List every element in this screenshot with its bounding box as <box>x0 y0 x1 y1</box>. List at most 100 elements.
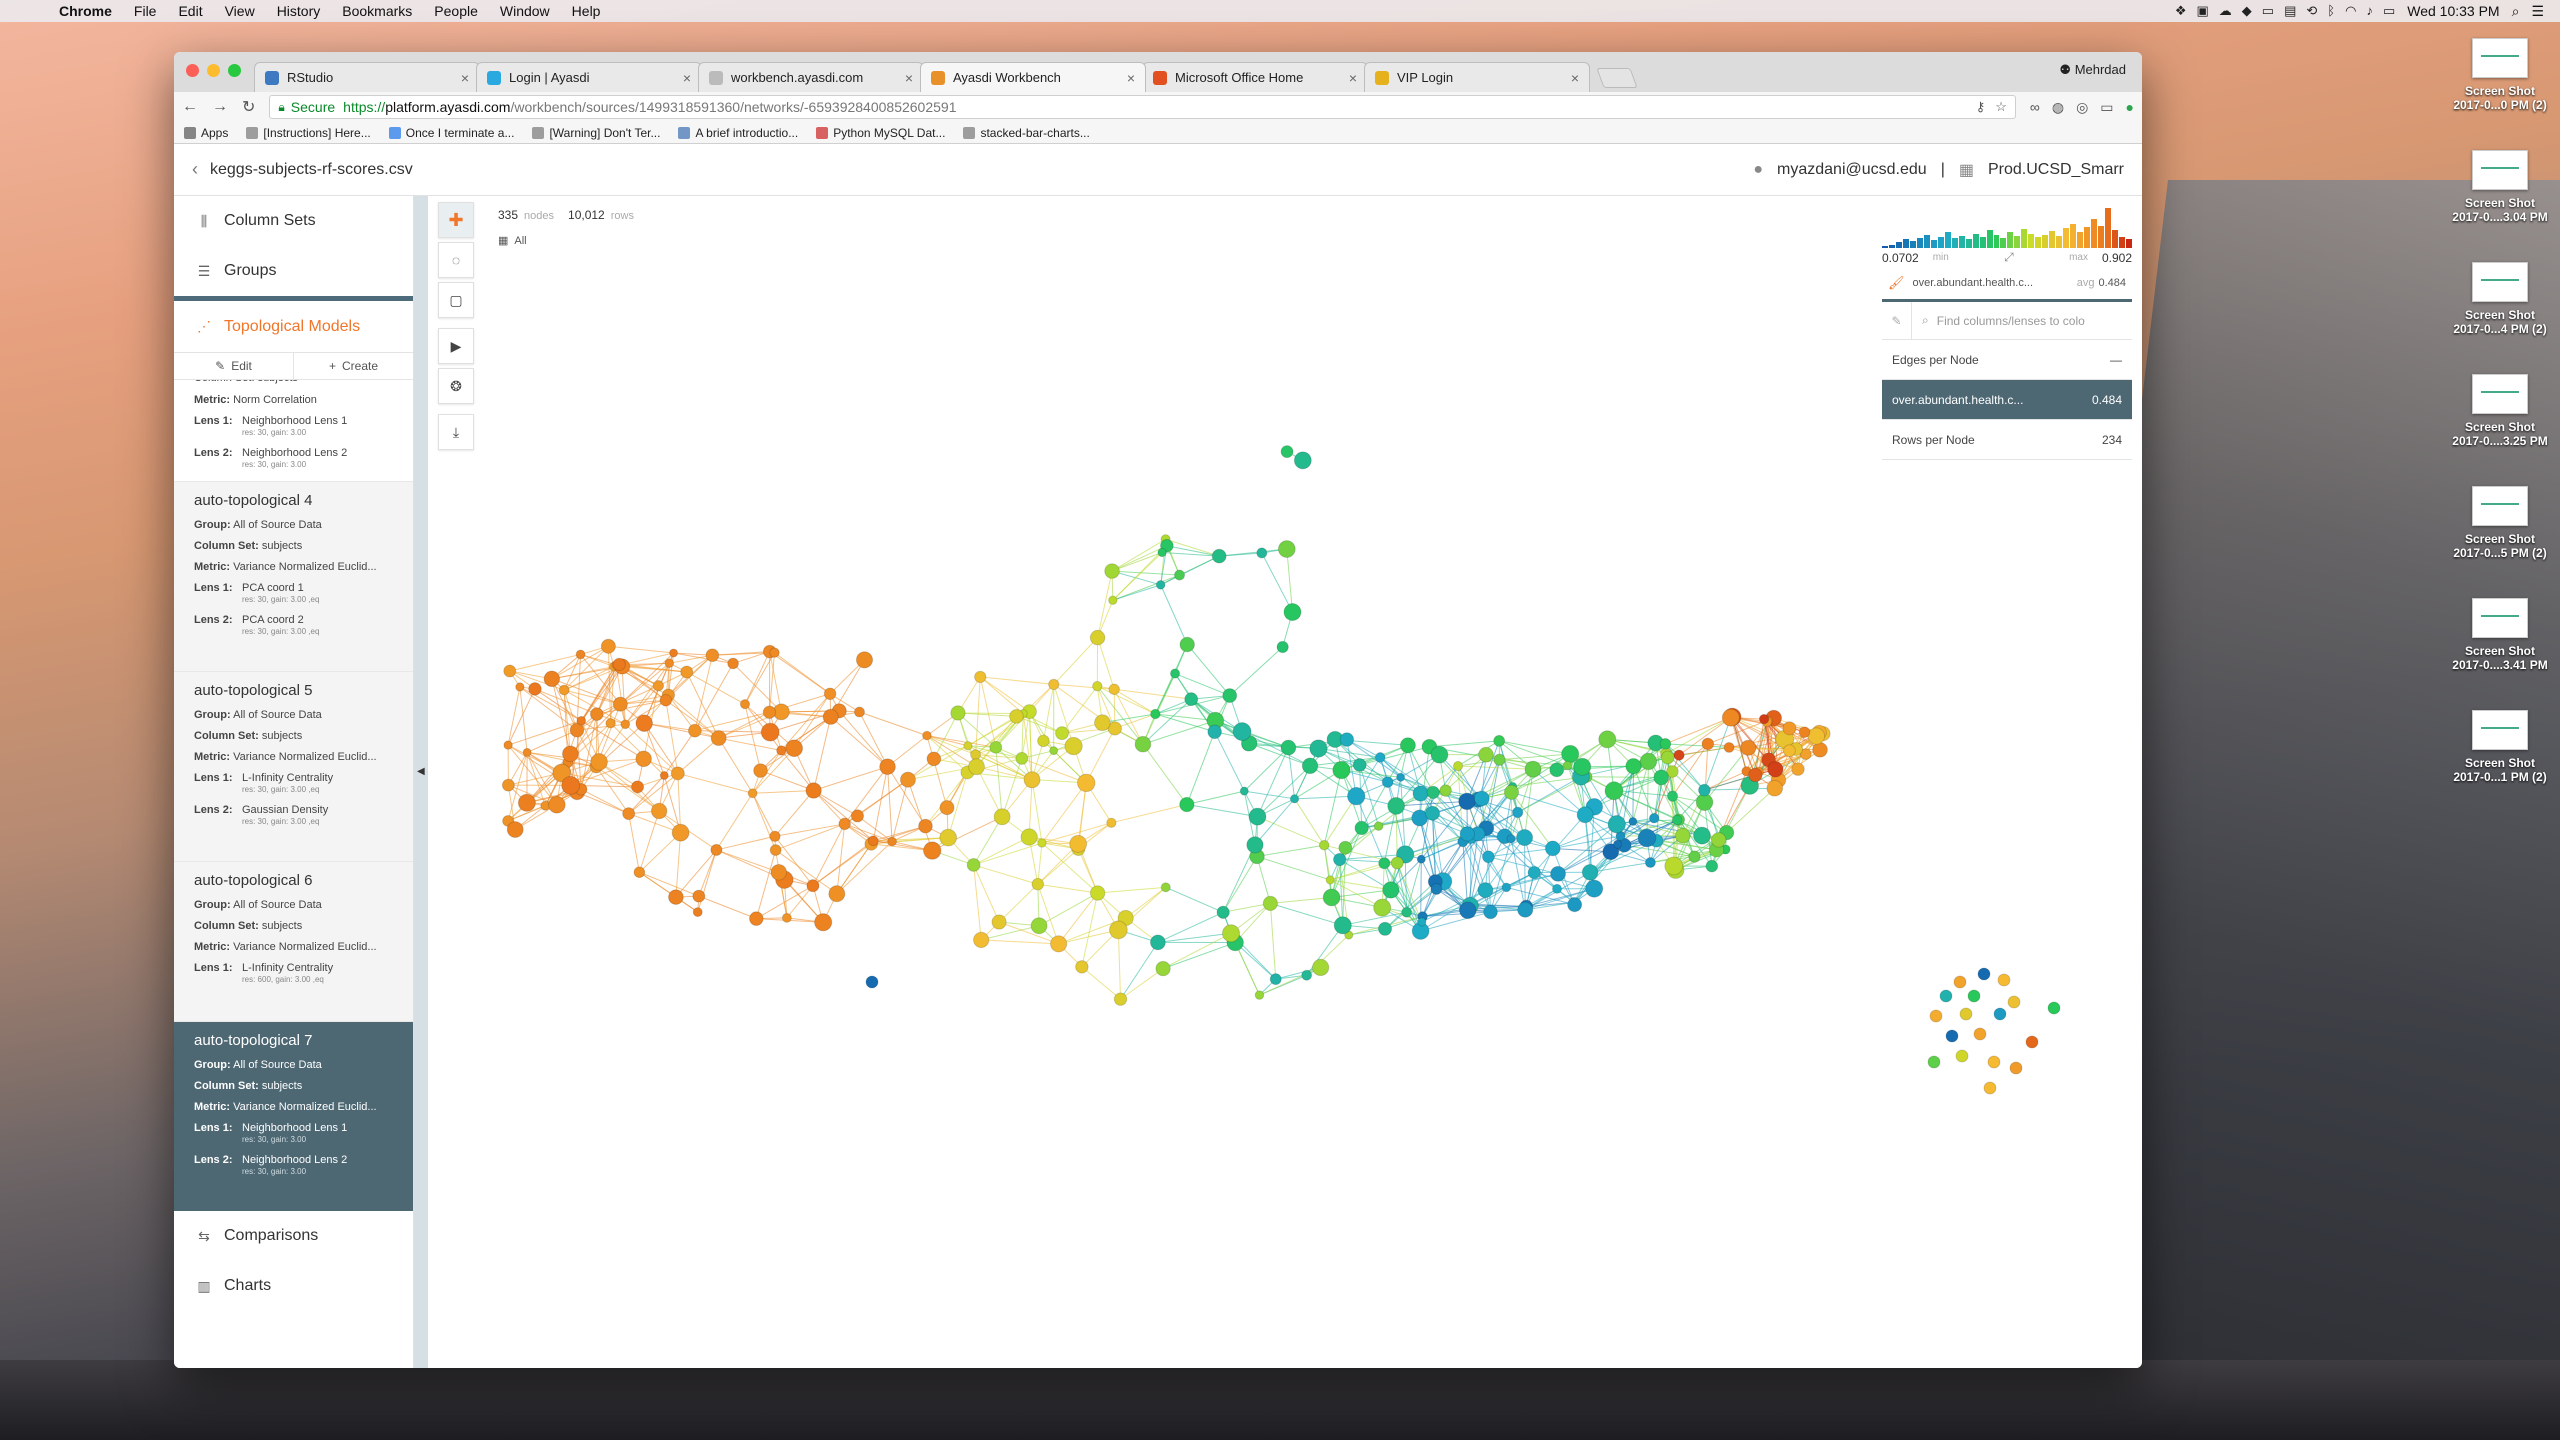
network-node[interactable] <box>1108 595 1118 605</box>
network-node[interactable] <box>589 707 604 721</box>
network-node[interactable] <box>1628 817 1638 827</box>
network-node[interactable] <box>1089 629 1106 646</box>
new-tab-button[interactable] <box>1596 68 1638 88</box>
network-node[interactable] <box>1399 737 1416 754</box>
network-node[interactable] <box>1254 990 1265 1000</box>
menu-help[interactable]: Help <box>561 3 612 19</box>
time-machine-icon[interactable]: ⟲ <box>2306 3 2317 19</box>
browser-tab[interactable]: workbench.ayasdi.com × <box>698 62 924 92</box>
tab-close-icon[interactable]: × <box>683 70 691 86</box>
network-node[interactable] <box>561 775 581 795</box>
network-node[interactable] <box>972 931 990 949</box>
network-node[interactable] <box>1094 714 1111 732</box>
network-node[interactable] <box>710 843 723 857</box>
color-option-rows-per-node[interactable]: Rows per Node 234 <box>1882 420 2132 460</box>
color-option-edges-per-node[interactable]: Edges per Node — <box>1882 340 2132 380</box>
network-node[interactable] <box>1277 540 1296 558</box>
network-node[interactable] <box>1015 751 1029 765</box>
model-card[interactable]: auto-topological 4 Group: All of Source D… <box>174 482 413 672</box>
model-card[interactable]: auto-topological 6 Group: All of Source D… <box>174 862 413 1022</box>
tab-close-icon[interactable]: × <box>461 70 469 86</box>
network-node[interactable] <box>1501 882 1512 893</box>
network-node[interactable] <box>1576 806 1594 824</box>
network-node[interactable] <box>1698 783 1711 797</box>
network-node[interactable] <box>785 739 804 758</box>
network-node[interactable] <box>576 715 587 726</box>
network-node[interactable] <box>1758 713 1770 725</box>
network-node[interactable] <box>1354 820 1369 836</box>
network-node[interactable] <box>1993 1007 2007 1021</box>
network-node[interactable] <box>659 771 669 781</box>
shield-icon[interactable]: ◆ <box>2242 3 2252 19</box>
network-node[interactable] <box>1269 973 1282 986</box>
network-node[interactable] <box>1939 989 1953 1003</box>
network-node[interactable] <box>631 780 645 794</box>
network-node[interactable] <box>605 718 616 729</box>
network-node[interactable] <box>1373 898 1392 917</box>
key-icon[interactable]: ⚷ <box>1976 99 1986 115</box>
network-node[interactable] <box>1424 805 1441 821</box>
nav-charts[interactable]: ▥ Charts <box>174 1261 413 1311</box>
network-node[interactable] <box>974 670 987 684</box>
network-node[interactable] <box>1248 807 1267 826</box>
network-node[interactable] <box>1544 840 1561 857</box>
menu-people[interactable]: People <box>423 3 489 19</box>
network-node[interactable] <box>776 745 787 756</box>
network-node[interactable] <box>1069 834 1088 853</box>
notification-center-icon[interactable]: ☰ <box>2531 3 2544 20</box>
network-node[interactable] <box>558 684 570 696</box>
menu-bookmarks[interactable]: Bookmarks <box>331 3 423 19</box>
network-node[interactable] <box>1301 757 1319 775</box>
network-node[interactable] <box>1030 917 1048 935</box>
network-node[interactable] <box>966 858 981 872</box>
network-node[interactable] <box>867 835 879 847</box>
network-node[interactable] <box>1169 668 1181 679</box>
apps-shortcut[interactable]: Apps <box>184 126 228 140</box>
network-node[interactable] <box>1037 838 1047 848</box>
network-node[interactable] <box>762 705 777 719</box>
network-node[interactable] <box>1767 761 1784 778</box>
extension-icon-2[interactable]: ◍ <box>2052 99 2064 116</box>
network-node[interactable] <box>1412 785 1429 802</box>
model-card[interactable]: auto-topological 5 Group: All of Source D… <box>174 672 413 862</box>
network-node[interactable] <box>1023 771 1041 789</box>
network-node[interactable] <box>1503 784 1520 800</box>
network-node[interactable] <box>2009 1061 2023 1075</box>
network-node[interactable] <box>1506 834 1516 844</box>
network-node[interactable] <box>1673 749 1685 761</box>
zoom-window-button[interactable] <box>228 64 241 77</box>
network-node[interactable] <box>1567 897 1583 913</box>
network-node[interactable] <box>1333 916 1352 935</box>
close-window-button[interactable] <box>186 64 199 77</box>
network-node[interactable] <box>1483 904 1498 920</box>
network-node[interactable] <box>1977 967 1991 981</box>
network-node[interactable] <box>1791 762 1805 776</box>
back-arrow-icon[interactable]: ← <box>182 98 198 116</box>
organization-name[interactable]: Prod.UCSD_Smarr <box>1988 161 2124 179</box>
network-node[interactable] <box>838 817 851 831</box>
edit-model-button[interactable]: ✎ Edit <box>174 353 293 379</box>
network-node[interactable] <box>1664 856 1684 876</box>
network-node[interactable] <box>1332 852 1347 867</box>
tab-close-icon[interactable]: × <box>905 70 913 86</box>
extension-icon-4[interactable]: ▭ <box>2100 99 2113 116</box>
network-node[interactable] <box>1280 739 1297 756</box>
network-node[interactable] <box>879 758 896 776</box>
network-node[interactable] <box>1581 863 1599 881</box>
play-button[interactable]: ▶ <box>438 328 474 364</box>
browser-tab[interactable]: Ayasdi Workbench × <box>920 62 1146 92</box>
network-node[interactable] <box>1997 973 2011 987</box>
network-node[interactable] <box>620 719 631 730</box>
network-node[interactable] <box>1782 721 1797 736</box>
network-node[interactable] <box>1766 779 1784 797</box>
desktop-file-icon[interactable]: Screen Shot 2017-0....3.41 PM <box>2440 598 2560 710</box>
network-node[interactable] <box>1478 746 1494 763</box>
network-node[interactable] <box>1155 960 1171 977</box>
network-node[interactable] <box>865 975 879 989</box>
network-node[interactable] <box>1232 722 1252 742</box>
network-node[interactable] <box>522 747 532 757</box>
network-node[interactable] <box>664 658 675 668</box>
network-node[interactable] <box>1332 760 1351 780</box>
desktop-file-icon[interactable]: Screen Shot 2017-0....3.04 PM <box>2440 150 2560 262</box>
network-node[interactable] <box>1637 828 1657 848</box>
